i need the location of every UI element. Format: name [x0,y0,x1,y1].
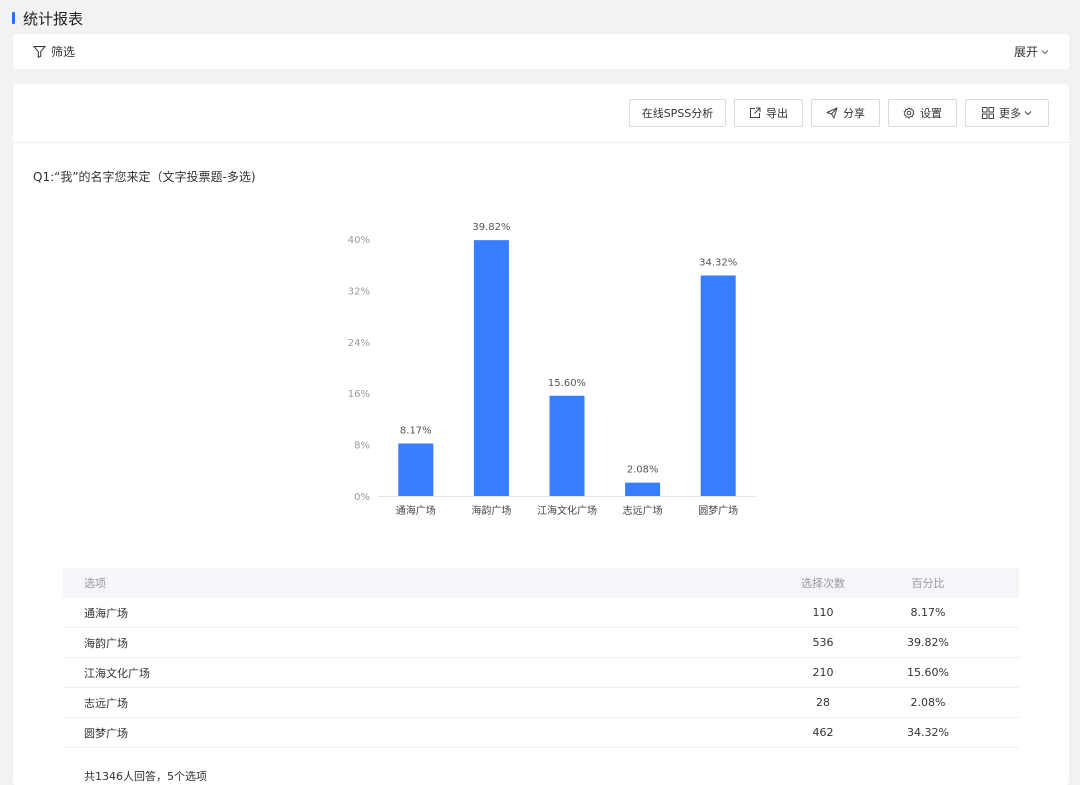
row-count: 210 [812,666,834,679]
row-percent: 39.82% [907,636,949,649]
x-tick-label: 通海广场 [396,504,436,517]
row-option: 海韵广场 [84,636,128,650]
export-label: 导出 [766,107,788,120]
x-tick-label: 江海文化广场 [537,504,597,517]
more-button[interactable]: 更多 [965,99,1049,127]
row-option: 通海广场 [84,606,128,620]
expand-label: 展开 [1013,45,1038,59]
filter-button[interactable]: 筛选 [33,43,75,60]
page-header: 统计报表 [12,8,83,28]
question-title: Q1:“我”的名字您来定（文字投票题-多选) [33,170,256,184]
bar [700,275,736,496]
gear-icon [903,107,915,119]
share-button[interactable]: 分享 [811,99,880,127]
filter-icon [33,46,46,58]
more-label: 更多 [999,107,1021,120]
stats-table: 选项 选择次数 百分比 通海广场 110 8.17% 海韵广场 536 39.8… [63,568,1019,748]
settings-button[interactable]: 设置 [888,99,957,127]
page-title: 统计报表 [23,9,84,28]
row-count: 536 [812,636,834,649]
row-count: 28 [816,696,830,709]
bar-data-label: 34.32% [699,257,737,268]
row-percent: 15.60% [907,666,949,679]
export-icon [750,107,761,118]
spss-analysis-label: 在线SPSS分析 [641,107,714,120]
row-percent: 8.17% [910,606,946,619]
send-icon [826,107,838,119]
export-button[interactable]: 导出 [734,99,803,127]
table-row: 圆梦广场 462 34.32% [63,718,1019,748]
row-count: 462 [812,726,834,739]
table-row: 志远广场 28 2.08% [63,688,1019,718]
table-header: 选项 选择次数 百分比 [63,568,1019,598]
bar-data-label: 39.82% [472,222,510,233]
column-header-option: 选项 [84,577,106,590]
summary-text: 共1346人回答，5个选项 [84,770,207,783]
row-option: 江海文化广场 [84,666,150,680]
spss-analysis-button[interactable]: 在线SPSS分析 [629,99,726,127]
column-header-count: 选择次数 [801,577,845,590]
row-option: 圆梦广场 [84,726,128,740]
filter-label: 筛选 [51,45,76,59]
grid-icon [982,107,994,119]
settings-label: 设置 [920,107,942,120]
y-tick-label: 8% [354,441,370,452]
toolbar: 在线SPSS分析 导出 分享 设置 更多 [13,84,1069,143]
bar [473,240,509,496]
x-tick-label: 海韵广场 [471,504,511,517]
chevron-down-icon [1024,111,1032,116]
y-tick-label: 24% [348,338,370,349]
chevron-down-icon [1041,49,1049,54]
row-percent: 2.08% [910,696,946,709]
table-row: 通海广场 110 8.17% [63,598,1019,628]
table-row: 江海文化广场 210 15.60% [63,658,1019,688]
report-card: 在线SPSS分析 导出 分享 设置 更多 Q1:“我”的名字您来定（文字投票题-… [13,84,1069,785]
bar-data-label: 2.08% [627,465,659,476]
table-row: 海韵广场 536 39.82% [63,628,1019,658]
expand-toggle[interactable]: 展开 [1014,43,1049,60]
x-tick-label: 志远广场 [623,504,663,517]
x-tick-label: 圆梦广场 [698,504,738,517]
bar-chart: 0% 8% 16% 24% 32% 40% 8.17% 通海广场 39.82% 海韵广场 15.60… [348,222,756,517]
y-tick-label: 40% [348,235,370,246]
row-option: 志远广场 [84,696,128,710]
bar-data-label: 8.17% [400,426,432,437]
y-tick-label: 32% [348,286,370,297]
row-count: 110 [812,606,834,619]
filter-bar: 筛选 展开 [13,34,1069,69]
y-tick-label: 16% [348,389,370,400]
title-accent-bar [12,12,15,24]
share-label: 分享 [843,107,865,120]
bar [549,395,585,496]
row-percent: 34.32% [907,726,949,739]
bar-data-label: 15.60% [548,378,586,389]
y-tick-label: 0% [354,492,370,503]
bar [625,482,661,496]
bar [398,443,434,496]
column-header-percent: 百分比 [911,577,945,590]
